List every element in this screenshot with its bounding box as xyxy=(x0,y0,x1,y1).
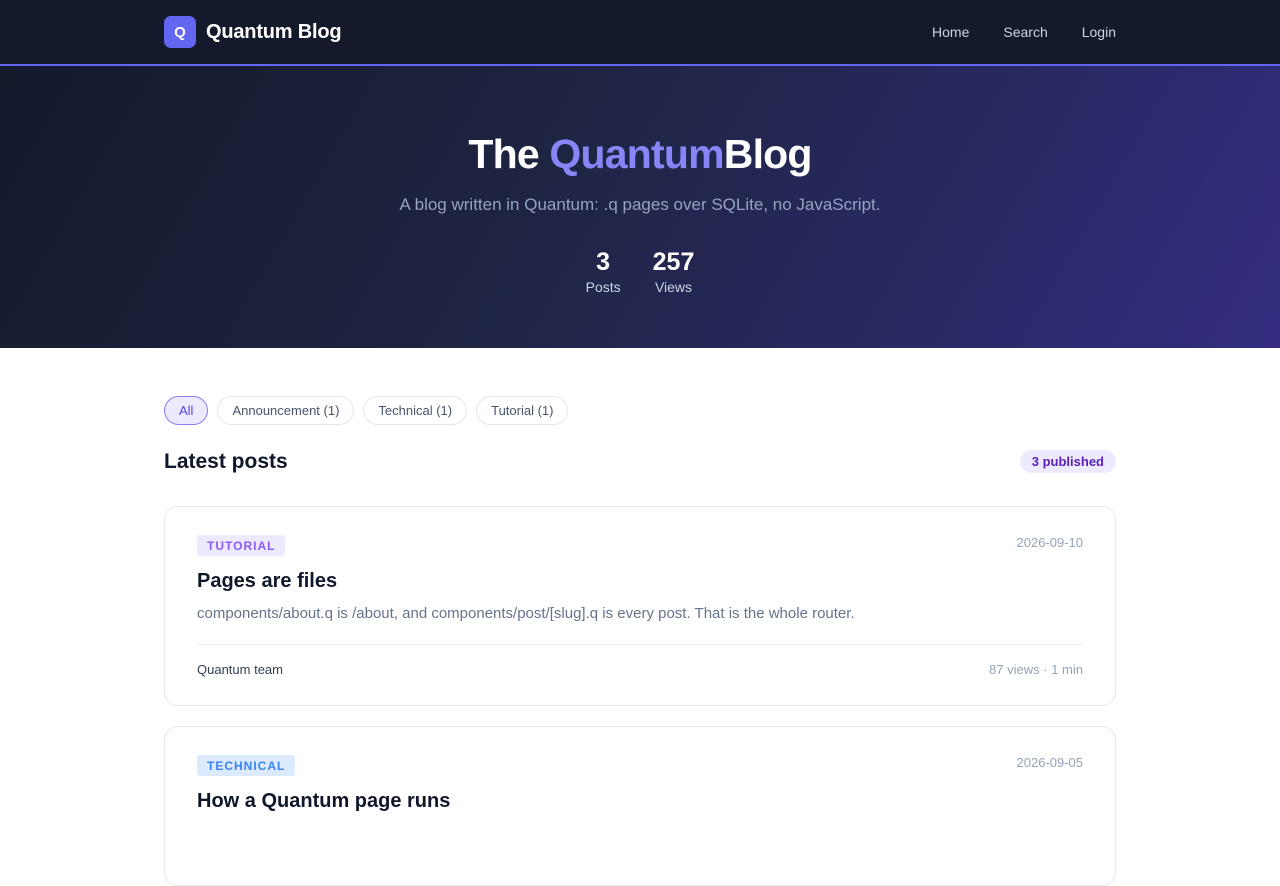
nav-home-link[interactable]: Home xyxy=(932,22,969,42)
section-title: Latest posts xyxy=(164,450,288,473)
post-date: 2026-09-05 xyxy=(1016,755,1084,770)
post-meta: 87 views · 1 min xyxy=(989,662,1083,677)
stat-posts-value: 3 xyxy=(596,248,611,276)
main-nav: Home Search Login xyxy=(898,22,1116,42)
nav-login-link[interactable]: Login xyxy=(1082,22,1116,42)
filter-announcement[interactable]: Announcement (1) xyxy=(217,396,355,425)
stat-views: 257 Views xyxy=(653,248,695,296)
hero-title-prefix: The xyxy=(468,131,550,177)
brand-name: Quantum Blog xyxy=(206,20,342,43)
filter-technical[interactable]: Technical (1) xyxy=(363,396,468,425)
stat-views-label: Views xyxy=(654,279,693,295)
post-title-link[interactable]: Pages are files xyxy=(197,568,337,594)
post-excerpt: components/about.q is /about, and compon… xyxy=(197,605,855,622)
top-nav-bar: Q Quantum Blog Home Search Login xyxy=(0,0,1280,66)
filter-tutorial[interactable]: Tutorial (1) xyxy=(476,396,569,425)
category-filters: All Announcement (1) Technical (1) Tutor… xyxy=(164,396,569,425)
hero-stats: 3 Posts 257 Views xyxy=(0,248,1280,296)
post-card[interactable]: TECHNICAL 2026-09-05 How a Quantum page … xyxy=(164,726,1116,886)
post-date: 2026-09-10 xyxy=(1016,535,1084,550)
hero-title: The QuantumBlog xyxy=(0,130,1280,178)
stat-views-value: 257 xyxy=(652,248,695,276)
brand-logo-icon: Q xyxy=(164,16,196,48)
post-divider xyxy=(197,644,1083,645)
hero-subtitle: A blog written in Quantum: .q pages over… xyxy=(399,195,881,214)
published-count-badge: 3 published xyxy=(1019,450,1116,473)
hero-title-suffix: Blog xyxy=(723,131,813,177)
post-category-tag[interactable]: TUTORIAL xyxy=(197,535,286,556)
nav-search-link[interactable]: Search xyxy=(1003,22,1047,42)
hero-title-accent: Quantum xyxy=(549,131,724,177)
filter-all[interactable]: All xyxy=(164,396,209,425)
post-title-link[interactable]: How a Quantum page runs xyxy=(197,788,450,814)
stat-posts-label: Posts xyxy=(585,279,621,295)
stat-posts: 3 Posts xyxy=(586,248,621,296)
hero-banner: The QuantumBlog A blog written in Quantu… xyxy=(0,66,1280,348)
post-category-tag[interactable]: TECHNICAL xyxy=(197,755,296,776)
brand-link[interactable]: Q Quantum Blog xyxy=(164,16,342,48)
post-card[interactable]: TUTORIAL 2026-09-10 Pages are files comp… xyxy=(164,506,1116,706)
post-author: Quantum team xyxy=(197,662,283,677)
